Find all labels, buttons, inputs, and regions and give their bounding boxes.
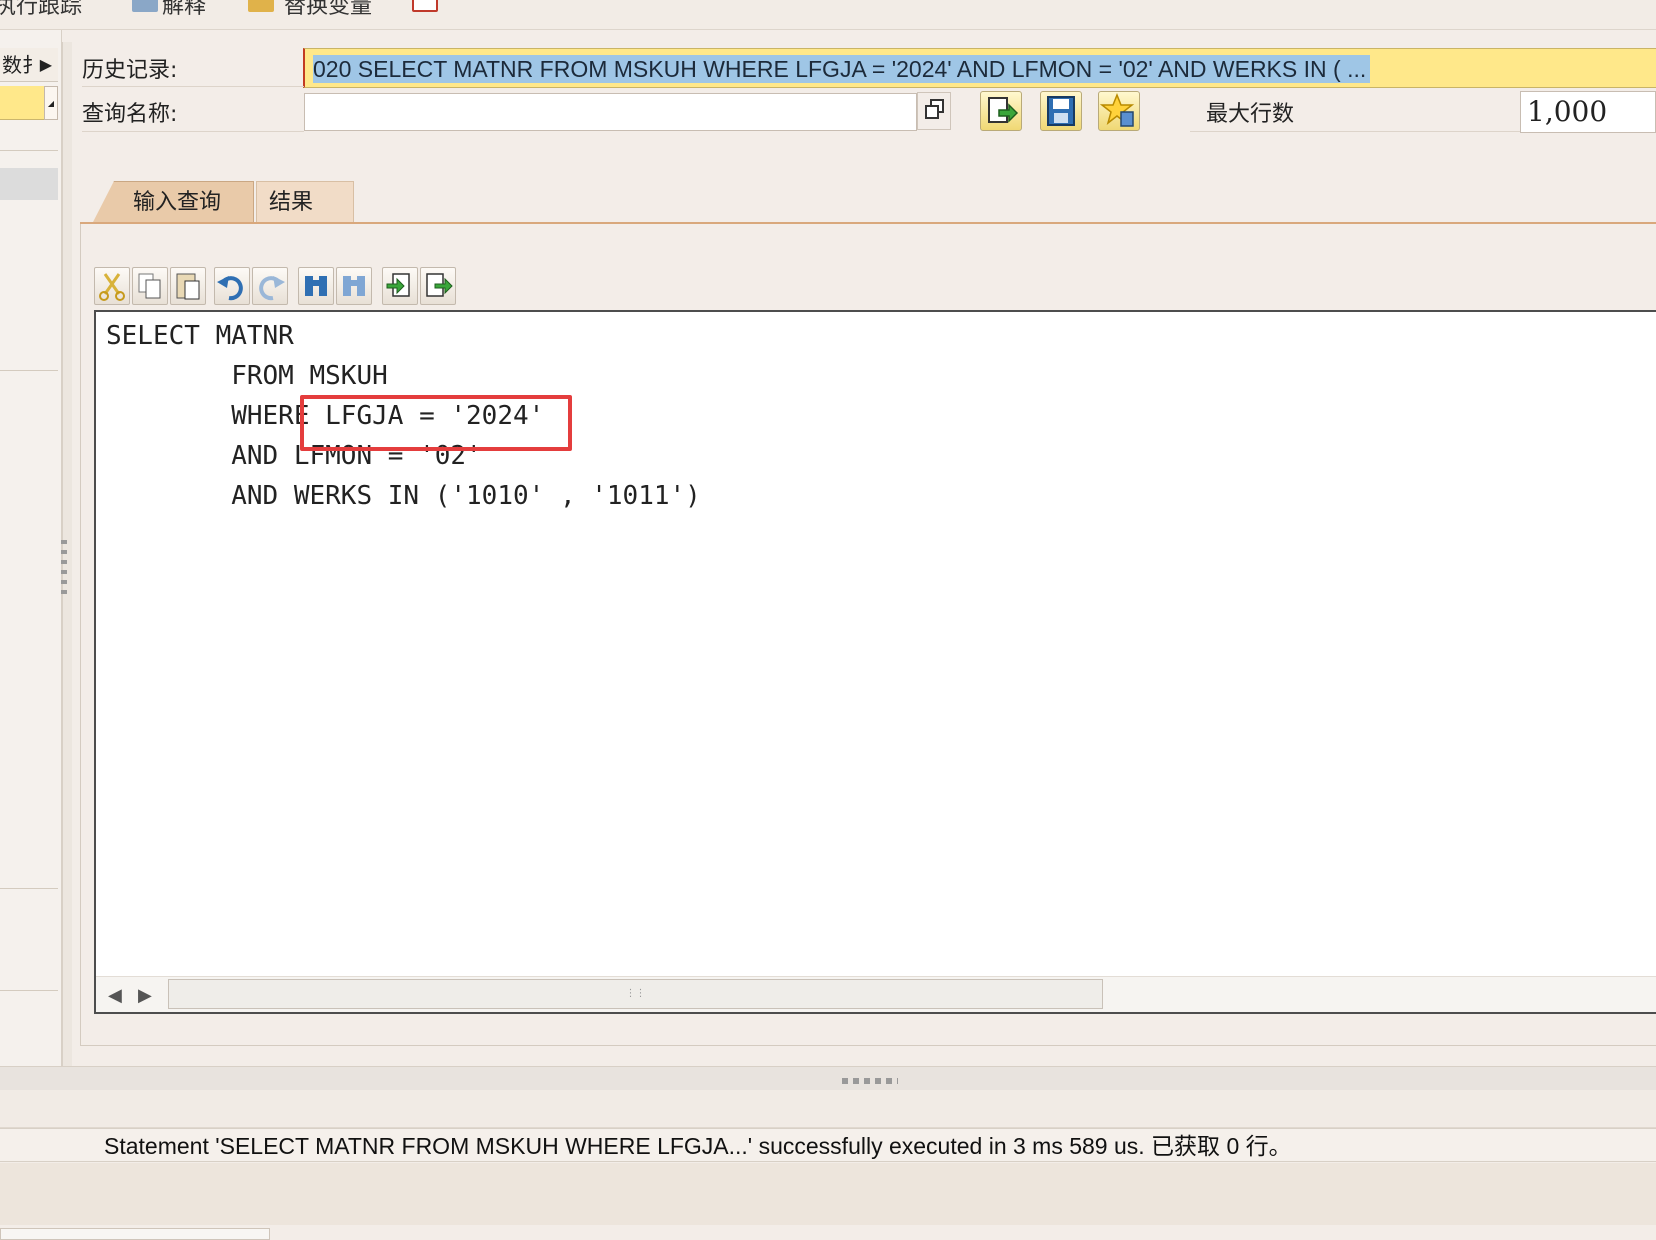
import-button[interactable] <box>382 267 418 305</box>
undo-icon <box>217 276 243 301</box>
footer-tab[interactable] <box>0 1228 270 1240</box>
tab-results[interactable]: 结果 <box>256 181 354 224</box>
max-rows-input[interactable]: 1,000 <box>1520 91 1656 133</box>
undo-button[interactable] <box>214 267 250 305</box>
cut-button[interactable] <box>94 267 130 305</box>
splitter-grip-icon[interactable] <box>61 540 67 600</box>
left-panel-dropdown-icon[interactable]: ◢ <box>44 86 58 120</box>
top-toolbar: 执行跟踪 解释 替换变量 <box>0 0 1656 30</box>
load-query-button[interactable] <box>980 91 1022 131</box>
sash-grip-icon[interactable] <box>842 1078 898 1084</box>
copy-window-button[interactable] <box>917 92 951 130</box>
left-divider <box>0 888 58 889</box>
save-query-button[interactable] <box>1040 91 1082 131</box>
scroll-right-icon[interactable]: ▶ <box>138 985 152 1006</box>
header-divider <box>1190 131 1520 132</box>
expand-arrow-icon[interactable]: ▶ <box>40 48 52 81</box>
max-rows-label: 最大行数 <box>1206 102 1295 127</box>
history-value: 020 SELECT MATNR FROM MSKUH WHERE LFGJA … <box>313 55 1371 83</box>
explain-button[interactable]: 解释 <box>162 0 206 20</box>
cut-icon <box>99 273 125 301</box>
replace-variables-button[interactable]: 替换变量 <box>284 0 372 20</box>
left-panel-field[interactable] <box>0 86 44 120</box>
find-replace-button[interactable] <box>336 267 372 305</box>
export-button[interactable] <box>420 267 456 305</box>
status-bar: Statement 'SELECT MATNR FROM MSKUH WHERE… <box>0 1128 1656 1162</box>
find-icon <box>305 276 327 296</box>
export-icon <box>426 273 453 297</box>
find-replace-icon <box>343 276 365 296</box>
tab-input-query[interactable]: 输入查询 <box>92 181 254 224</box>
footer-area <box>0 1163 1656 1225</box>
history-dropdown[interactable]: 020 SELECT MATNR FROM MSKUH WHERE LFGJA … <box>303 48 1656 88</box>
left-divider <box>0 370 58 371</box>
explain-icon <box>132 0 158 12</box>
copy-icon <box>138 273 161 299</box>
find-button[interactable] <box>298 267 334 305</box>
highlight-annotation <box>300 395 572 451</box>
paste-button[interactable] <box>170 267 206 305</box>
delete-favorite-button[interactable] <box>1098 91 1140 131</box>
query-name-input[interactable] <box>304 93 917 131</box>
status-spacer <box>0 1090 1656 1128</box>
panel-sash[interactable] <box>0 1066 1656 1090</box>
redo-icon <box>259 276 285 301</box>
execute-trace-button[interactable]: 执行跟踪 <box>0 0 82 20</box>
book-icon[interactable] <box>412 0 438 12</box>
left-panel-tab[interactable]: 数扌 ▶ <box>0 48 58 82</box>
star-delete-icon <box>1099 92 1135 127</box>
copy-window-icon-back <box>925 105 939 119</box>
import-icon <box>386 273 410 297</box>
redo-button[interactable] <box>252 267 288 305</box>
left-divider <box>0 150 58 151</box>
status-message: Statement 'SELECT MATNR FROM MSKUH WHERE… <box>104 1133 1292 1159</box>
history-label: 历史记录: <box>82 58 178 83</box>
scrollbar-thumb[interactable]: ⋮⋮ <box>168 979 1103 1009</box>
load-query-icon <box>988 97 1019 123</box>
left-panel-tab-label: 数扌 <box>2 53 42 77</box>
paste-icon <box>176 273 200 300</box>
left-panel-selected-row[interactable] <box>0 168 58 200</box>
copy-button[interactable] <box>132 267 168 305</box>
query-name-label: 查询名称: <box>82 102 178 127</box>
left-divider <box>0 990 58 991</box>
replace-variables-icon <box>248 0 274 12</box>
header-divider <box>82 131 304 132</box>
save-icon <box>1047 96 1075 126</box>
header-divider <box>82 86 304 87</box>
scroll-left-icon[interactable]: ◀ <box>108 985 122 1006</box>
